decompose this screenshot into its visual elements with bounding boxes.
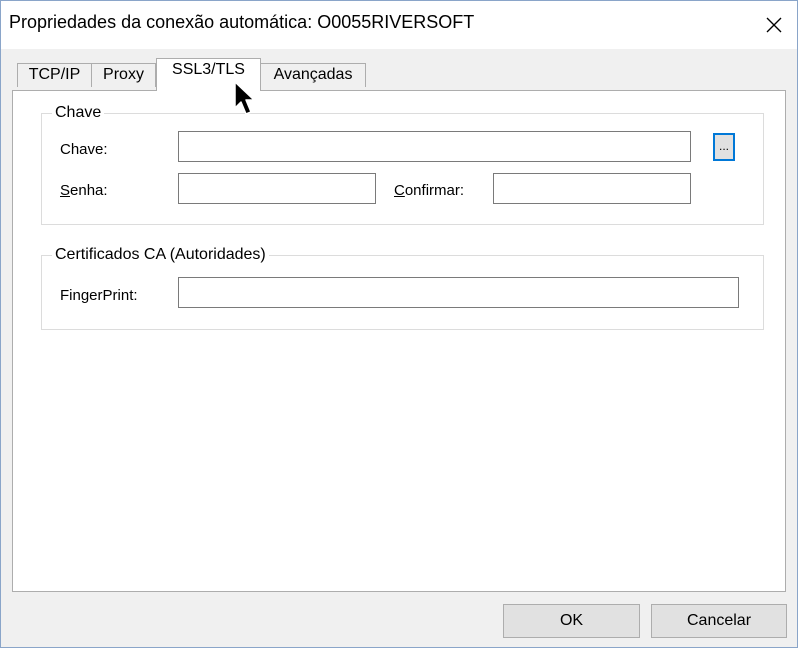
chave-label: Chave: (60, 141, 108, 158)
tab-label: Avançadas (273, 66, 353, 83)
browse-button-label: ... (718, 139, 729, 153)
chave-input[interactable] (178, 131, 691, 162)
browse-key-button[interactable]: ... (713, 133, 735, 161)
confirmar-accelerator: C (394, 182, 405, 199)
ca-group-legend: Certificados CA (Autoridades) (52, 245, 269, 265)
ok-button[interactable]: OK (503, 604, 640, 638)
certificados-ca-groupbox: Certificados CA (Autoridades) FingerPrin… (41, 245, 764, 330)
tab-label: Proxy (103, 66, 144, 83)
tab-tcpip[interactable]: TCP/IP (17, 63, 92, 87)
dialog-window: Propriedades da conexão automática: O005… (0, 0, 798, 648)
chave-groupbox: Chave Chave: ... Senha: Confirmar: (41, 103, 764, 225)
tab-label: TCP/IP (28, 66, 81, 83)
fingerprint-input[interactable] (178, 277, 739, 308)
senha-label-rest: enha: (70, 182, 108, 199)
confirmar-input[interactable] (493, 173, 691, 204)
confirmar-label-rest: onfirmar: (404, 182, 465, 199)
tab-panel-ssl3-tls: Chave Chave: ... Senha: Confirmar: Certi… (12, 90, 786, 592)
tab-strip: TCP/IP Proxy SSL3/TLS Avançadas (1, 49, 797, 91)
fingerprint-label: FingerPrint: (60, 287, 138, 304)
chave-group-legend: Chave (52, 103, 105, 123)
tab-proxy[interactable]: Proxy (91, 63, 156, 87)
ok-button-label: OK (559, 612, 584, 629)
close-button[interactable] (751, 1, 797, 49)
close-icon (766, 17, 782, 33)
confirmar-label: Confirmar: (394, 182, 464, 200)
title-bar: Propriedades da conexão automática: O005… (1, 1, 797, 49)
senha-label: Senha: (60, 182, 108, 200)
cancel-button[interactable]: Cancelar (651, 604, 787, 638)
senha-accelerator: S (60, 182, 71, 199)
tab-label: SSL3/TLS (172, 61, 245, 78)
cancel-button-label: Cancelar (686, 612, 752, 629)
tab-avancadas[interactable]: Avançadas (260, 63, 366, 87)
senha-input[interactable] (178, 173, 376, 204)
window-title: Propriedades da conexão automática: O005… (9, 12, 475, 32)
mouse-pointer-icon (234, 81, 255, 115)
